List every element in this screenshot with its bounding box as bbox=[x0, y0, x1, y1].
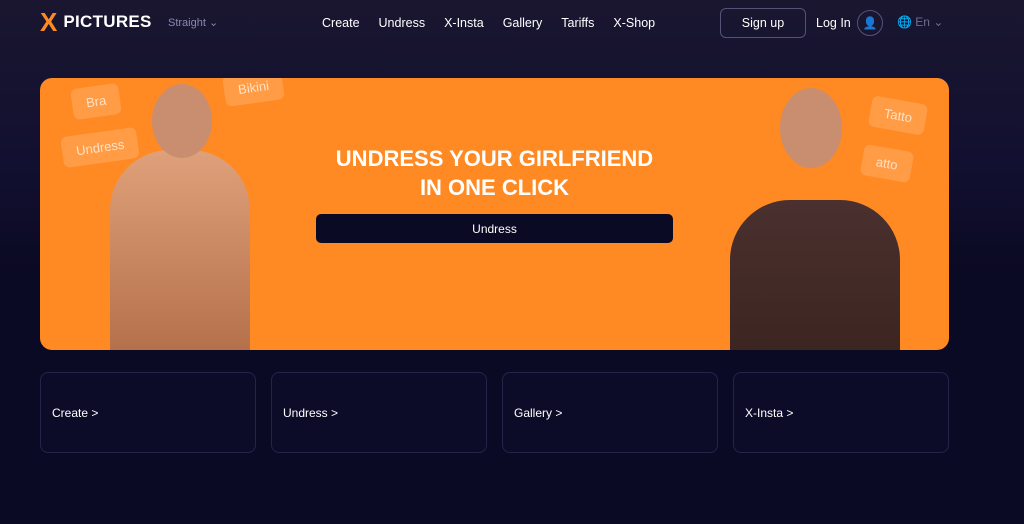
language-selector[interactable]: 🌐 En ⌄ bbox=[897, 15, 943, 29]
logo-mark: X bbox=[40, 7, 58, 37]
logo[interactable]: X PICTURES bbox=[40, 7, 152, 37]
sign-up-button[interactable]: Sign up bbox=[720, 8, 806, 38]
model-image-right bbox=[730, 200, 900, 350]
language-label: En bbox=[915, 15, 930, 29]
chip: Bra bbox=[70, 82, 123, 121]
card-gallery[interactable]: Gallery > bbox=[502, 372, 718, 453]
orientation-dropdown[interactable]: Straight ⌄ bbox=[168, 16, 218, 29]
header: X PICTURES Straight ⌄ Create Undress X-In… bbox=[0, 0, 1024, 46]
chip: Bikini bbox=[222, 78, 285, 107]
hero-banner: Bra Undress Bikini Tatto atto UNDRESS YO… bbox=[40, 78, 949, 350]
chip: Tatto bbox=[867, 95, 929, 136]
card-create[interactable]: Create > bbox=[40, 372, 256, 453]
nav-x-shop[interactable]: X-Shop bbox=[613, 16, 655, 30]
globe-icon: 🌐 bbox=[897, 15, 912, 29]
hero-headline: UNDRESS YOUR GIRLFRIEND IN ONE CLICK bbox=[335, 146, 654, 200]
chevron-down-icon: ⌄ bbox=[208, 17, 219, 29]
nav-gallery[interactable]: Gallery bbox=[503, 16, 543, 30]
feature-cards: Create > Undress > Gallery > X-Insta > bbox=[40, 372, 949, 453]
undress-cta-button[interactable]: Undress bbox=[316, 214, 673, 243]
log-in-link[interactable]: Log In bbox=[816, 16, 851, 30]
nav-tariffs[interactable]: Tariffs bbox=[561, 16, 594, 30]
main-nav: Create Undress X-Insta Gallery Tariffs X… bbox=[322, 16, 655, 30]
logo-text: PICTURES bbox=[63, 12, 152, 31]
nav-create[interactable]: Create bbox=[322, 16, 360, 30]
user-icon[interactable]: 👤 bbox=[857, 10, 883, 36]
card-x-insta[interactable]: X-Insta > bbox=[733, 372, 949, 453]
card-undress[interactable]: Undress > bbox=[271, 372, 487, 453]
orientation-label: Straight bbox=[168, 17, 206, 29]
nav-x-insta[interactable]: X-Insta bbox=[444, 16, 484, 30]
nav-undress[interactable]: Undress bbox=[379, 16, 426, 30]
